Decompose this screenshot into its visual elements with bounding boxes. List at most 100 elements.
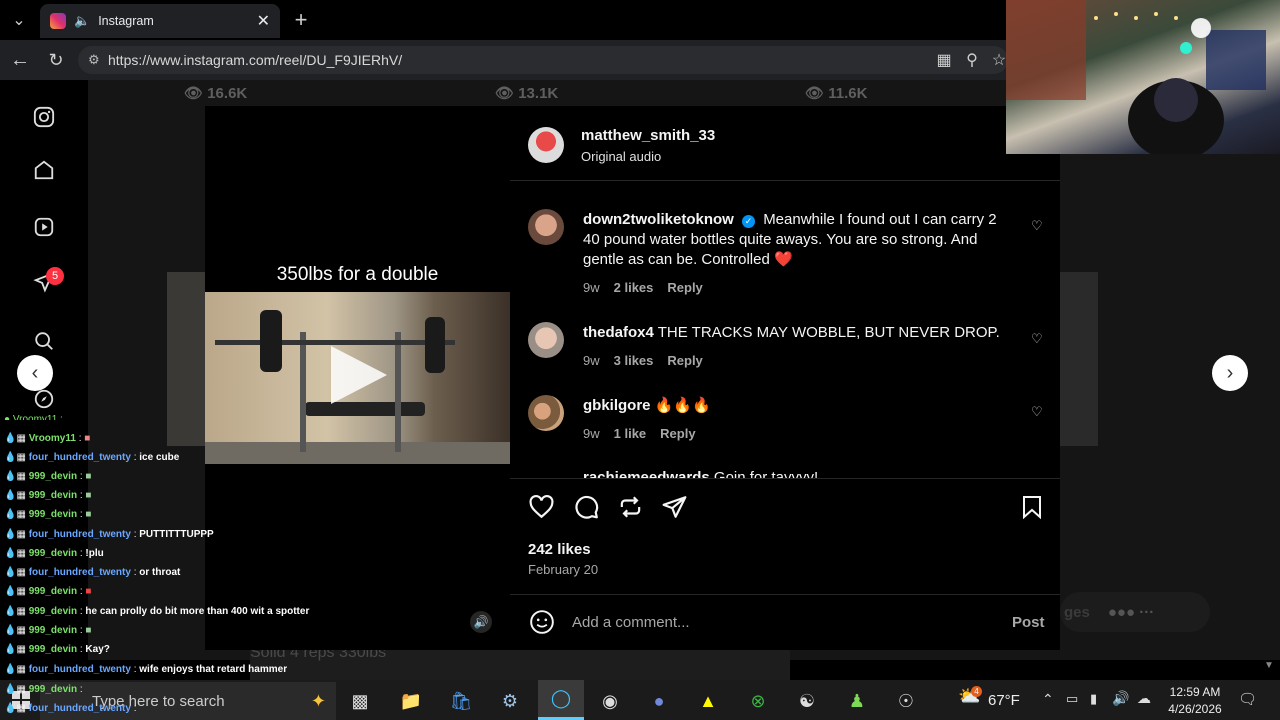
video-frame[interactable] <box>205 292 510 464</box>
reply-link[interactable]: Reply <box>667 280 702 295</box>
repost-icon[interactable] <box>617 494 644 525</box>
chat-line: 💧▦ 999_devin : ■ <box>4 586 92 597</box>
chat-line: 💧▦ four_hundred_twenty : PUTTITTTUPPP <box>4 529 214 540</box>
save-bookmark-icon[interactable] <box>1020 494 1044 525</box>
notification-badge: 5 <box>46 267 64 285</box>
reply-link[interactable]: Reply <box>667 353 702 368</box>
like-comment-heart-icon[interactable]: ♡ <box>1031 218 1043 234</box>
copilot-sparkle-icon[interactable]: ✦ <box>311 691 326 712</box>
close-tab-icon[interactable]: ✕ <box>257 11 270 31</box>
obs-icon[interactable]: ◉ <box>593 686 627 716</box>
comment-item-clipped: rachiemeedwards Goin for tayyyy! <box>528 468 1048 478</box>
recording-app-icon[interactable]: ☉ <box>889 686 923 716</box>
webcam-scene <box>1006 0 1266 160</box>
comment-age: 9w <box>583 353 600 368</box>
notifications-icon[interactable]: 🗨 <box>1238 690 1257 708</box>
volume-tray-icon[interactable]: 🔊 <box>1112 690 1129 707</box>
author-username[interactable]: matthew_smith_33 <box>581 127 715 144</box>
comment-username[interactable]: thedafox4 <box>583 324 654 341</box>
chat-line: 💧▦ 999_devin : ■ <box>4 471 92 482</box>
prev-reel-preview <box>167 272 205 446</box>
comment-age: 9w <box>583 426 600 441</box>
comment-username[interactable]: down2twoliketoknow <box>583 211 734 228</box>
comment-username[interactable]: gbkilgore <box>583 397 651 414</box>
reels-icon[interactable] <box>28 211 60 243</box>
comment-likes[interactable]: 3 likes <box>614 353 654 368</box>
chat-line: 💧▦ four_hundred_twenty : or throat <box>4 567 181 578</box>
speaker-icon[interactable]: 🔈 <box>74 13 90 29</box>
url-field[interactable]: ⚙ https://www.instagram.com/reel/DU_F9JI… <box>78 46 1008 74</box>
comment-item: down2twoliketoknow ✓ Meanwhile I found o… <box>583 210 1003 270</box>
search-icon[interactable] <box>28 325 60 357</box>
tray-chevron-icon[interactable]: ⌃ <box>1042 691 1054 708</box>
home-icon[interactable] <box>28 154 60 186</box>
like-heart-icon[interactable] <box>528 494 555 525</box>
task-view-icon[interactable]: ▩ <box>343 686 377 716</box>
zoom-icon[interactable]: ⚲ <box>962 50 982 70</box>
post-comment-button[interactable]: Post <box>1012 614 1045 631</box>
author-avatar[interactable] <box>528 127 564 163</box>
weather-temp[interactable]: 67°F <box>988 692 1020 709</box>
comment-bubble-icon[interactable] <box>573 494 600 525</box>
weather-badge: 4 <box>971 686 982 697</box>
chat-line: 💧▦ 999_devin : ■ <box>4 509 92 520</box>
comment-text: Goin for tayyyy! <box>713 469 819 478</box>
file-explorer-icon[interactable]: 📁 <box>394 686 428 716</box>
comment-avatar[interactable] <box>528 209 564 245</box>
comment-input[interactable]: Add a comment... <box>572 614 690 631</box>
instagram-favicon-icon <box>50 13 66 29</box>
edge-browser-icon[interactable]: ◯ <box>538 680 584 720</box>
instagram-logo-icon[interactable] <box>28 101 60 133</box>
reply-link[interactable]: Reply <box>660 426 695 441</box>
audio-label[interactable]: Original audio <box>581 149 661 164</box>
emoji-picker-icon[interactable] <box>529 609 555 640</box>
tray-device-icon[interactable]: ▭ <box>1066 691 1078 707</box>
chess-pawn-icon[interactable]: ♟ <box>840 686 874 716</box>
comment-meta: 9w 1 like Reply <box>583 426 696 441</box>
next-reel-button[interactable]: › <box>1212 355 1248 391</box>
webcam-overlay <box>1006 0 1280 160</box>
chat-line: 💧▦ 999_devin : he can prolly do bit more… <box>4 606 310 617</box>
tab-list-chevron-icon[interactable]: ⌄ <box>8 10 30 30</box>
comment-age: 9w <box>583 280 600 295</box>
comment-likes[interactable]: 1 like <box>614 426 647 441</box>
back-arrow-icon[interactable]: ← <box>8 48 32 72</box>
comment-meta: 9w 2 likes Reply <box>583 280 703 295</box>
xbox-icon[interactable]: ⊗ <box>741 686 775 716</box>
microsoft-store-icon[interactable]: 🛍 <box>444 686 478 716</box>
site-info-icon[interactable]: ⚙ <box>88 52 100 68</box>
verified-icon: ✓ <box>742 215 756 228</box>
comment-username[interactable]: rachiemeedwards <box>583 469 710 478</box>
app-install-icon[interactable]: ▦ <box>934 50 954 70</box>
next-reel-preview <box>1060 272 1098 446</box>
messages-pill[interactable]: ges ●●● ··· <box>1060 592 1210 632</box>
share-send-icon[interactable] <box>661 494 688 525</box>
reload-icon[interactable]: ↻ <box>44 48 68 72</box>
new-tab-plus-icon[interactable]: + <box>290 7 312 32</box>
app-icon[interactable]: ☯ <box>790 686 824 716</box>
comment-avatar[interactable] <box>528 322 564 358</box>
reel-views-3: 👁 11.6K <box>805 85 868 102</box>
comment-avatar[interactable] <box>528 395 564 431</box>
like-comment-heart-icon[interactable]: ♡ <box>1031 404 1043 420</box>
chat-line: 💧▦ four_hundred_twenty : ice cube <box>4 452 180 463</box>
chat-line: 💧▦ 999_devin : !plu <box>4 548 104 559</box>
comment-text: 🔥🔥🔥 <box>654 397 711 414</box>
likes-count[interactable]: 242 likes <box>528 541 591 558</box>
clock[interactable]: 12:59 AM 4/26/2026 <box>1160 684 1230 718</box>
like-comment-heart-icon[interactable]: ♡ <box>1031 331 1043 347</box>
comment-likes[interactable]: 2 likes <box>614 280 654 295</box>
chat-line: 💧▦ 999_devin : ■ <box>4 625 92 636</box>
volume-icon[interactable]: 🔊 <box>470 611 492 633</box>
scroll-down-arrow-icon[interactable]: ▼ <box>1264 660 1274 671</box>
snapchat-icon[interactable]: ▲ <box>691 686 725 716</box>
discord-icon[interactable]: ● <box>642 686 676 716</box>
play-icon[interactable] <box>323 340 393 410</box>
post-date: February 20 <box>528 562 599 577</box>
battery-icon[interactable]: ▮ <box>1090 691 1097 707</box>
browser-tab[interactable]: 🔈 Instagram ✕ <box>40 4 280 38</box>
network-icon[interactable]: ☁ <box>1137 690 1151 707</box>
steam-icon[interactable]: ⚙ <box>493 686 527 716</box>
previous-reel-button[interactable]: ‹ <box>17 355 53 391</box>
chat-line: 💧▦ 999_devin : Kay? <box>4 644 110 655</box>
